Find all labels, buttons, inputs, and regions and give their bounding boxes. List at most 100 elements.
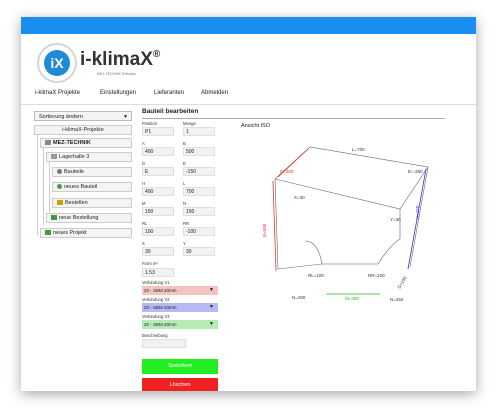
logo-reg: ® bbox=[152, 49, 161, 60]
field-label: RR bbox=[183, 221, 190, 226]
nav-logout[interactable]: Abmelden bbox=[201, 90, 228, 96]
tree-line bbox=[49, 162, 50, 212]
field-label: A bbox=[142, 141, 145, 146]
chevron-down-icon: ▼ bbox=[209, 321, 214, 327]
field-input[interactable]: 150 bbox=[142, 207, 174, 216]
field-label: H bbox=[142, 181, 146, 186]
top-bar bbox=[21, 17, 476, 34]
section-title: Bauteil bearbeiten bbox=[142, 108, 199, 115]
tree-label: Bauteile bbox=[64, 169, 84, 175]
field-label: N bbox=[183, 201, 187, 206]
field-label: Position bbox=[142, 121, 157, 126]
arc-right bbox=[377, 238, 401, 265]
logo-text: i-klimaX bbox=[80, 49, 153, 70]
dim-label-n2: N=250 bbox=[390, 297, 404, 302]
tree-label: neues Bauteil bbox=[64, 184, 98, 190]
tree-label: Bestellen bbox=[65, 200, 88, 206]
dim-label-x: X=30 bbox=[294, 195, 305, 200]
app-window: iX i-klimaX® MEZ-TECHNIK Software i-klim… bbox=[21, 17, 476, 391]
add-project-icon bbox=[45, 230, 51, 235]
field-label: Y bbox=[183, 241, 186, 246]
description-field[interactable] bbox=[142, 339, 186, 348]
tree-label: i-klimaX-Projekte bbox=[62, 127, 104, 133]
add-order-icon bbox=[51, 215, 57, 220]
v1-value: 20 - SBM 20mm bbox=[144, 288, 177, 293]
field-input[interactable]: -100 bbox=[183, 227, 215, 236]
field-input[interactable]: 1 bbox=[183, 127, 215, 136]
v2-value: 20 - SBM 20mm bbox=[144, 305, 177, 310]
sort-select[interactable]: Sortierung ändern ▼ bbox=[34, 111, 132, 121]
nav-projects[interactable]: i-klimaX Projekte bbox=[35, 90, 80, 96]
field-label: RL bbox=[142, 221, 148, 226]
logo-glyph: iX bbox=[44, 50, 70, 76]
field-label: Menge bbox=[183, 121, 196, 126]
dim-label-rr: RR=100 bbox=[368, 273, 385, 278]
chevron-down-icon: ▼ bbox=[123, 114, 128, 120]
dim-label-h: H=150 bbox=[415, 205, 420, 219]
tree-item-bestellen[interactable]: Bestellen bbox=[52, 198, 132, 208]
nav-settings[interactable]: Einstellungen bbox=[100, 90, 136, 96]
v3-value: 20 - SBM 20mm bbox=[144, 322, 177, 327]
field-input[interactable]: 400 bbox=[142, 187, 174, 196]
dim-label-m: M=400 bbox=[345, 296, 359, 301]
tree-item-neue-bestellung[interactable]: neue Bestellung bbox=[46, 213, 132, 223]
dim-label-d: D=400 bbox=[280, 169, 294, 174]
main-nav: i-klimaX Projekte Einstellungen Lieferan… bbox=[21, 86, 476, 105]
form-area-value: 1.53 bbox=[142, 268, 174, 277]
chevron-down-icon: ▼ bbox=[209, 287, 214, 293]
field-label: X bbox=[142, 241, 145, 246]
nav-suppliers[interactable]: Lieferanten bbox=[154, 90, 184, 96]
tree-label: neues Projekt bbox=[53, 230, 87, 236]
field-input[interactable]: E bbox=[142, 167, 174, 176]
tree-label: neue Bestellung bbox=[59, 215, 99, 221]
tree-line bbox=[37, 135, 38, 235]
field-input[interactable]: -150 bbox=[183, 167, 215, 176]
dim-label-d2: D=150 bbox=[397, 275, 408, 290]
field-input[interactable]: 500 bbox=[183, 147, 215, 156]
field-input[interactable]: 100 bbox=[142, 227, 174, 236]
v3-select[interactable]: 20 - SBM 20mm ▼ bbox=[142, 320, 218, 329]
dim-label-rl: RL=100 bbox=[308, 273, 324, 278]
add-part-icon bbox=[57, 184, 62, 189]
tree-item-bauteile[interactable]: Bauteile bbox=[52, 167, 132, 177]
tree-item-neues-bauteil[interactable]: neues Bauteil bbox=[52, 182, 132, 192]
v1-select[interactable]: 20 - SBM 20mm ▼ bbox=[142, 286, 218, 295]
chevron-down-icon: ▼ bbox=[209, 304, 214, 310]
tree-item-lagerhalle[interactable]: Lagerhalle 3 bbox=[46, 152, 132, 162]
dim-label-l: L=700 bbox=[352, 147, 365, 152]
field-input[interactable]: 30 bbox=[142, 247, 174, 256]
v2-select[interactable]: 20 - SBM 20mm ▼ bbox=[142, 303, 218, 312]
delete-button[interactable]: Löschen bbox=[142, 378, 218, 391]
dim-label-n: N=250 bbox=[292, 295, 306, 300]
save-button[interactable]: Speichern bbox=[142, 359, 218, 374]
tree-item-neues-projekt[interactable]: neues Projekt bbox=[40, 228, 132, 238]
tree-item-mez-technik[interactable]: MEZ-TECHNIK bbox=[40, 138, 132, 148]
v3-label: Verbindung V3 bbox=[142, 314, 170, 319]
v1-label: Verbindung V1 bbox=[142, 280, 170, 285]
field-label: E bbox=[183, 161, 186, 166]
part-icon bbox=[57, 169, 62, 174]
tree-label: MEZ-TECHNIK bbox=[53, 140, 91, 146]
logo-mark: iX bbox=[37, 43, 77, 83]
tree-item-projects[interactable]: i-klimaX-Projekte bbox=[34, 125, 132, 135]
building-icon bbox=[45, 140, 51, 145]
iso-drawing: L=700 E=-250 D=400 X=30 B=500 Y=30 H=150… bbox=[262, 146, 429, 302]
dim-label-e: E=-250 bbox=[408, 169, 423, 174]
dim-label-y: Y=30 bbox=[390, 217, 401, 222]
field-input[interactable]: 700 bbox=[183, 187, 215, 196]
edge-base bbox=[277, 263, 323, 270]
v2-label: Verbindung V2 bbox=[142, 297, 170, 302]
field-label: L bbox=[183, 181, 186, 186]
dim-label-b: B=500 bbox=[262, 223, 267, 237]
cart-icon bbox=[57, 200, 63, 205]
field-input[interactable]: 400 bbox=[142, 147, 174, 156]
field-label: B bbox=[183, 141, 186, 146]
tree-label: Lagerhalle 3 bbox=[59, 154, 90, 160]
sort-label: Sortierung ändern bbox=[39, 114, 84, 120]
field-input[interactable]: 150 bbox=[183, 207, 215, 216]
field-input[interactable]: 30 bbox=[183, 247, 215, 256]
divider bbox=[142, 118, 445, 119]
field-input[interactable]: P1 bbox=[142, 127, 174, 136]
folder-icon bbox=[51, 154, 57, 159]
field-label: D bbox=[142, 161, 146, 166]
